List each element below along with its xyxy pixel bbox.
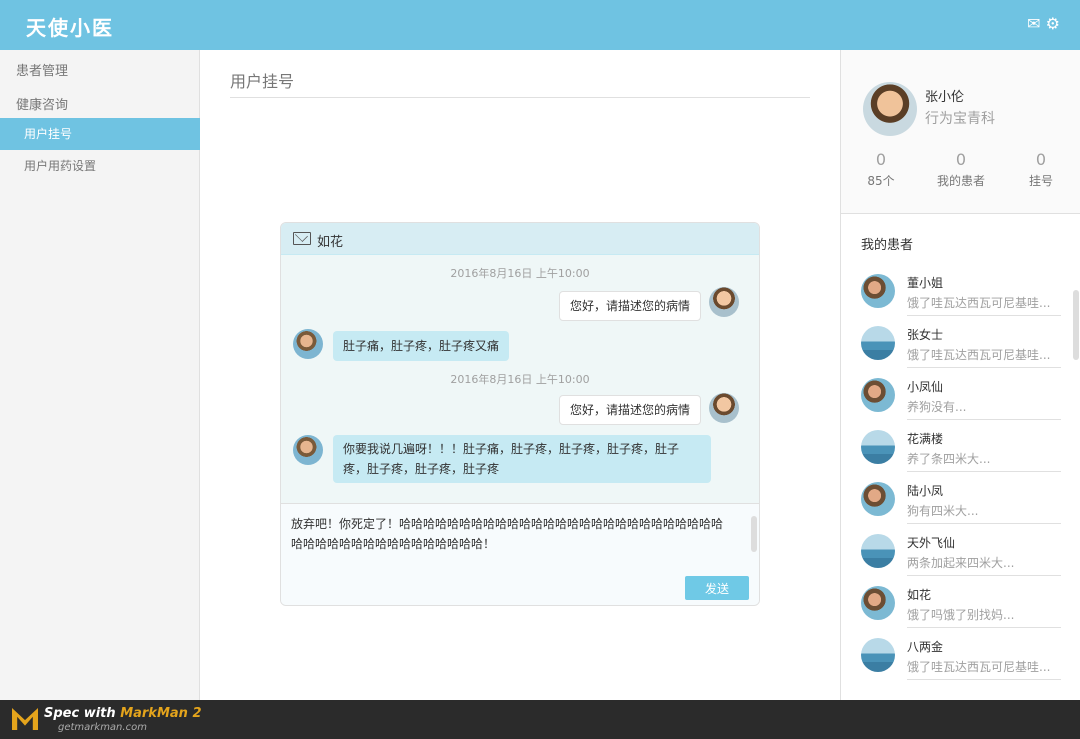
chat-window: 如花 2016年8月16日 上午10:00 您好，请描述您的病情 肚子痛，肚子疼…: [280, 222, 760, 606]
patient-avatar: [293, 435, 323, 465]
stat-value: 0: [955, 150, 967, 169]
stat-block[interactable]: 0 我的患者: [921, 150, 1001, 189]
patient-list-item[interactable]: 张女士饿了哇瓦达西瓦可尼基哇...: [861, 316, 1061, 368]
page-title: 用户挂号: [230, 72, 295, 91]
input-scrollbar[interactable]: [751, 516, 757, 552]
chat-messages[interactable]: 2016年8月16日 上午10:00 您好，请描述您的病情 肚子痛，肚子疼，肚子…: [281, 255, 759, 503]
patient-avatar: [293, 329, 323, 359]
footer-brand-prefix: Spec with: [44, 706, 116, 721]
patient-list-item[interactable]: 如花饿了吗饿了别找妈...: [861, 576, 1061, 628]
sidebar-section-consult[interactable]: 健康咨询: [16, 94, 68, 113]
footer-brand: Spec with MarkMan 2: [44, 706, 202, 721]
patient-avatar: [861, 534, 895, 568]
markman-logo-icon: [12, 708, 38, 730]
message-patient: 你要我说几遍呀！！！肚子痛，肚子疼，肚子疼，肚子疼，肚子疼，肚子疼，肚子疼，肚子…: [333, 435, 711, 483]
patient-name: 天外飞仙: [907, 536, 956, 550]
doctor-avatar: [709, 393, 739, 423]
message-doctor: 您好，请描述您的病情: [558, 395, 701, 425]
send-button[interactable]: 发送: [685, 576, 749, 600]
patient-avatar: [861, 638, 895, 672]
message-patient: 肚子痛，肚子疼，肚子疼又痛: [333, 331, 510, 361]
app-logo[interactable]: 天使小医: [26, 12, 114, 41]
profile-avatar[interactable]: [863, 82, 917, 136]
patient-name: 张女士: [907, 328, 944, 342]
message-timestamp: 2016年8月16日 上午10:00: [450, 373, 590, 386]
sidebar-item-medication[interactable]: 用户用药设置: [0, 150, 200, 182]
sidebar-item-registration[interactable]: 用户挂号: [0, 118, 200, 150]
title-divider: [230, 97, 810, 98]
patient-name: 陆小凤: [907, 484, 944, 498]
patient-last-message: 饿了哇瓦达西瓦可尼基哇...: [907, 348, 1051, 362]
patient-avatar: [861, 326, 895, 360]
stat-block[interactable]: 0 85个: [841, 150, 921, 189]
patient-name: 董小姐: [907, 276, 944, 290]
patient-name: 如花: [907, 588, 932, 602]
patient-list-scrollbar[interactable]: [1073, 290, 1079, 360]
message-input[interactable]: 放弃吧！你死定了！哈哈哈哈哈哈哈哈哈哈哈哈哈哈哈哈哈哈哈哈哈哈哈哈哈哈哈哈哈哈哈…: [291, 514, 731, 554]
patient-name: 花满楼: [907, 432, 944, 446]
mail-icon: [293, 232, 311, 245]
footer-site: getmarkman.com: [58, 722, 147, 733]
patient-last-message: 饿了吗饿了别找妈...: [907, 608, 1015, 622]
stat-label: 挂号: [1028, 174, 1053, 188]
patients-title: 我的患者: [861, 238, 914, 253]
patient-last-message: 养狗没有...: [907, 400, 967, 414]
patient-avatar: [861, 586, 895, 620]
patient-avatar: [861, 430, 895, 464]
profile-name: 张小伦: [925, 90, 965, 105]
list-divider: [907, 679, 1061, 680]
sidebar: 患者管理 健康咨询 用户挂号 用户用药设置: [0, 50, 200, 700]
doctor-profile: 张小伦 行为宝青科 0 85个 0 我的患者 0 挂号: [841, 50, 1080, 214]
message-timestamp: 2016年8月16日 上午10:00: [450, 267, 590, 280]
patient-name: 小凤仙: [907, 380, 944, 394]
patient-list-item[interactable]: 陆小凤狗有四米大...: [861, 472, 1061, 524]
patient-list-item[interactable]: 八两金饿了哇瓦达西瓦可尼基哇...: [861, 628, 1061, 680]
patient-list-item[interactable]: 董小姐饿了哇瓦达西瓦可尼基哇...: [861, 264, 1061, 316]
app-header: 天使小医 ✉ ⚙: [0, 0, 1080, 50]
right-panel: 张小伦 行为宝青科 0 85个 0 我的患者 0 挂号 我的患者 董小姐饿了哇瓦…: [840, 50, 1080, 700]
header-icons[interactable]: ✉ ⚙: [1027, 14, 1060, 33]
patient-list-item[interactable]: 天外飞仙两条加起来四米大...: [861, 524, 1061, 576]
stat-label: 我的患者: [936, 174, 985, 188]
sidebar-section-patients[interactable]: 患者管理: [16, 60, 68, 79]
patient-last-message: 饿了哇瓦达西瓦可尼基哇...: [907, 660, 1051, 674]
stat-label: 85个: [867, 174, 895, 188]
stat-value: 0: [875, 150, 887, 169]
doctor-avatar: [709, 287, 739, 317]
patient-avatar: [861, 378, 895, 412]
patient-name: 八两金: [907, 640, 944, 654]
chat-patient-name: 如花: [317, 235, 344, 250]
stat-value: 0: [1035, 150, 1047, 169]
patient-list-item[interactable]: 小凤仙养狗没有...: [861, 368, 1061, 420]
chat-header: 如花: [281, 223, 759, 255]
chat-input-area[interactable]: 放弃吧！你死定了！哈哈哈哈哈哈哈哈哈哈哈哈哈哈哈哈哈哈哈哈哈哈哈哈哈哈哈哈哈哈哈…: [281, 503, 759, 605]
patient-last-message: 饿了哇瓦达西瓦可尼基哇...: [907, 296, 1051, 310]
message-doctor: 您好，请描述您的病情: [558, 291, 701, 321]
patient-avatar: [861, 274, 895, 308]
patient-last-message: 狗有四米大...: [907, 504, 979, 518]
patient-avatar: [861, 482, 895, 516]
stat-block[interactable]: 0 挂号: [1001, 150, 1080, 189]
footer-bar: Spec with MarkMan 2 getmarkman.com: [0, 700, 1080, 739]
patient-last-message: 两条加起来四米大...: [907, 556, 1015, 570]
profile-title: 行为宝青科: [925, 111, 995, 127]
patient-last-message: 养了条四米大...: [907, 452, 991, 466]
patient-list-item[interactable]: 花满楼养了条四米大...: [861, 420, 1061, 472]
footer-brand-name: MarkMan 2: [120, 706, 202, 721]
